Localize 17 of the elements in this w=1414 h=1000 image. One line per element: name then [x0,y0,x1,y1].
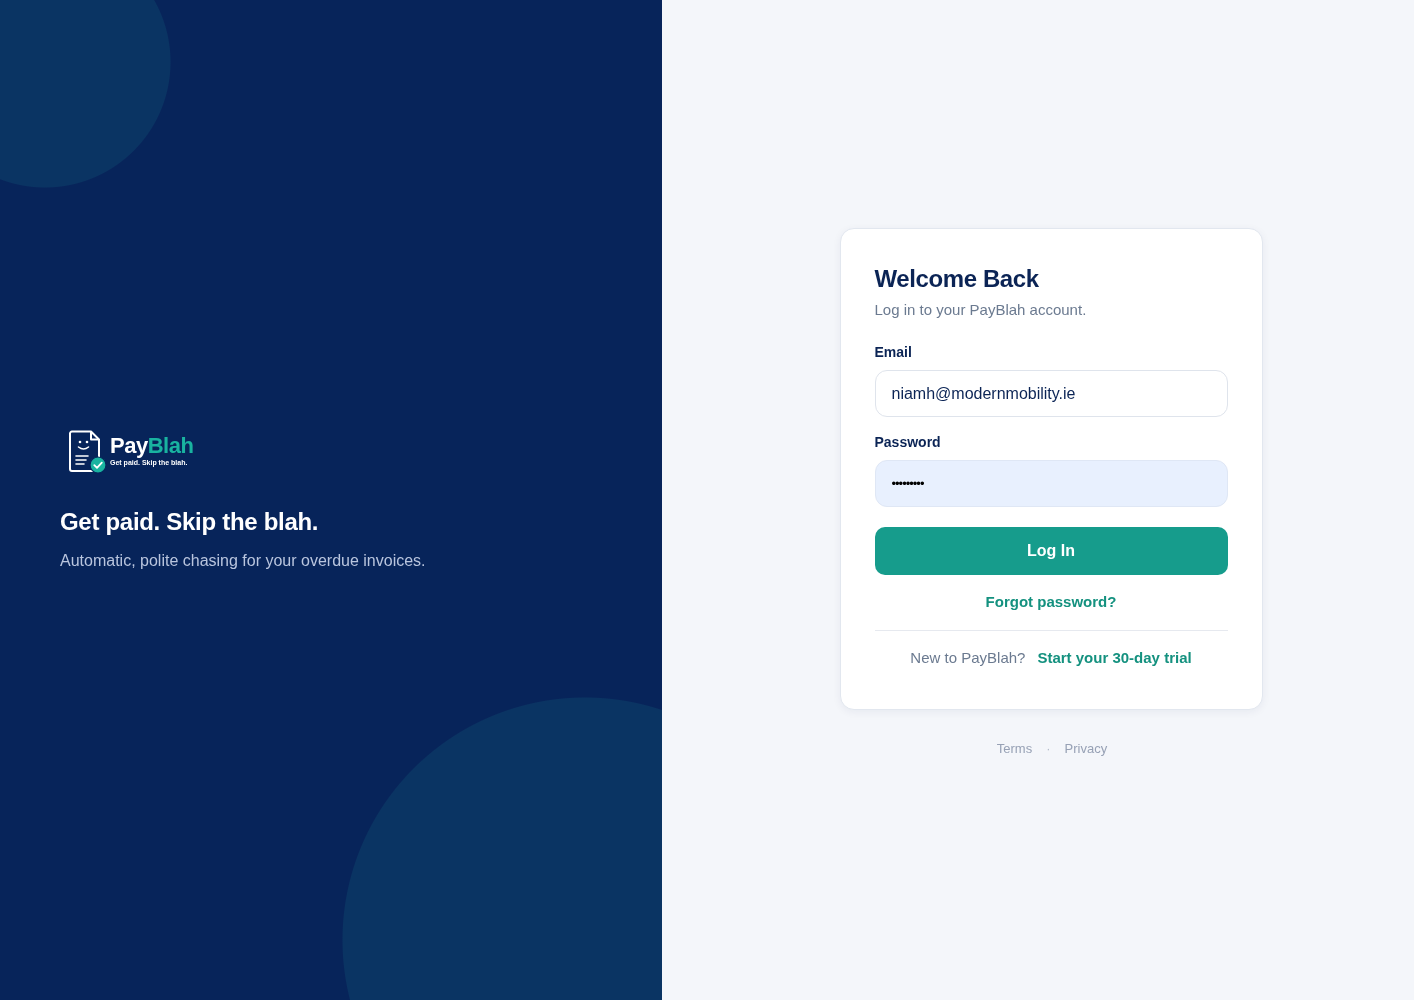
footer-link[interactable]: Terms [996,740,1033,756]
field-label: Password [874,434,941,451]
login-button[interactable]: Log In [874,526,1228,575]
signup-prompt: New to PayBlah? [910,648,1026,667]
email-field[interactable]: niamh@modernmobility.ie [874,370,1228,418]
trial-link[interactable]: Start your 30-day trial [1037,648,1192,667]
document-check-icon [68,428,107,474]
forgot-password-link[interactable]: Forgot password? [985,592,1117,611]
card-subtitle: Log in to your PayBlah account. [874,299,1087,320]
hero-subtitle: Automatic, polite chasing for your overdue invoices. [60,550,426,571]
card-title: Welcome Back [874,265,1039,294]
footer-link[interactable]: Privacy [1064,740,1108,756]
password-field[interactable]: ••••••••• [874,459,1228,507]
hero-headline: Get paid. Skip the blah. [60,507,319,537]
footer-separator: · [1046,740,1051,756]
field-label: Email [874,344,912,362]
logo-wordmark: PayBlah [110,434,194,457]
